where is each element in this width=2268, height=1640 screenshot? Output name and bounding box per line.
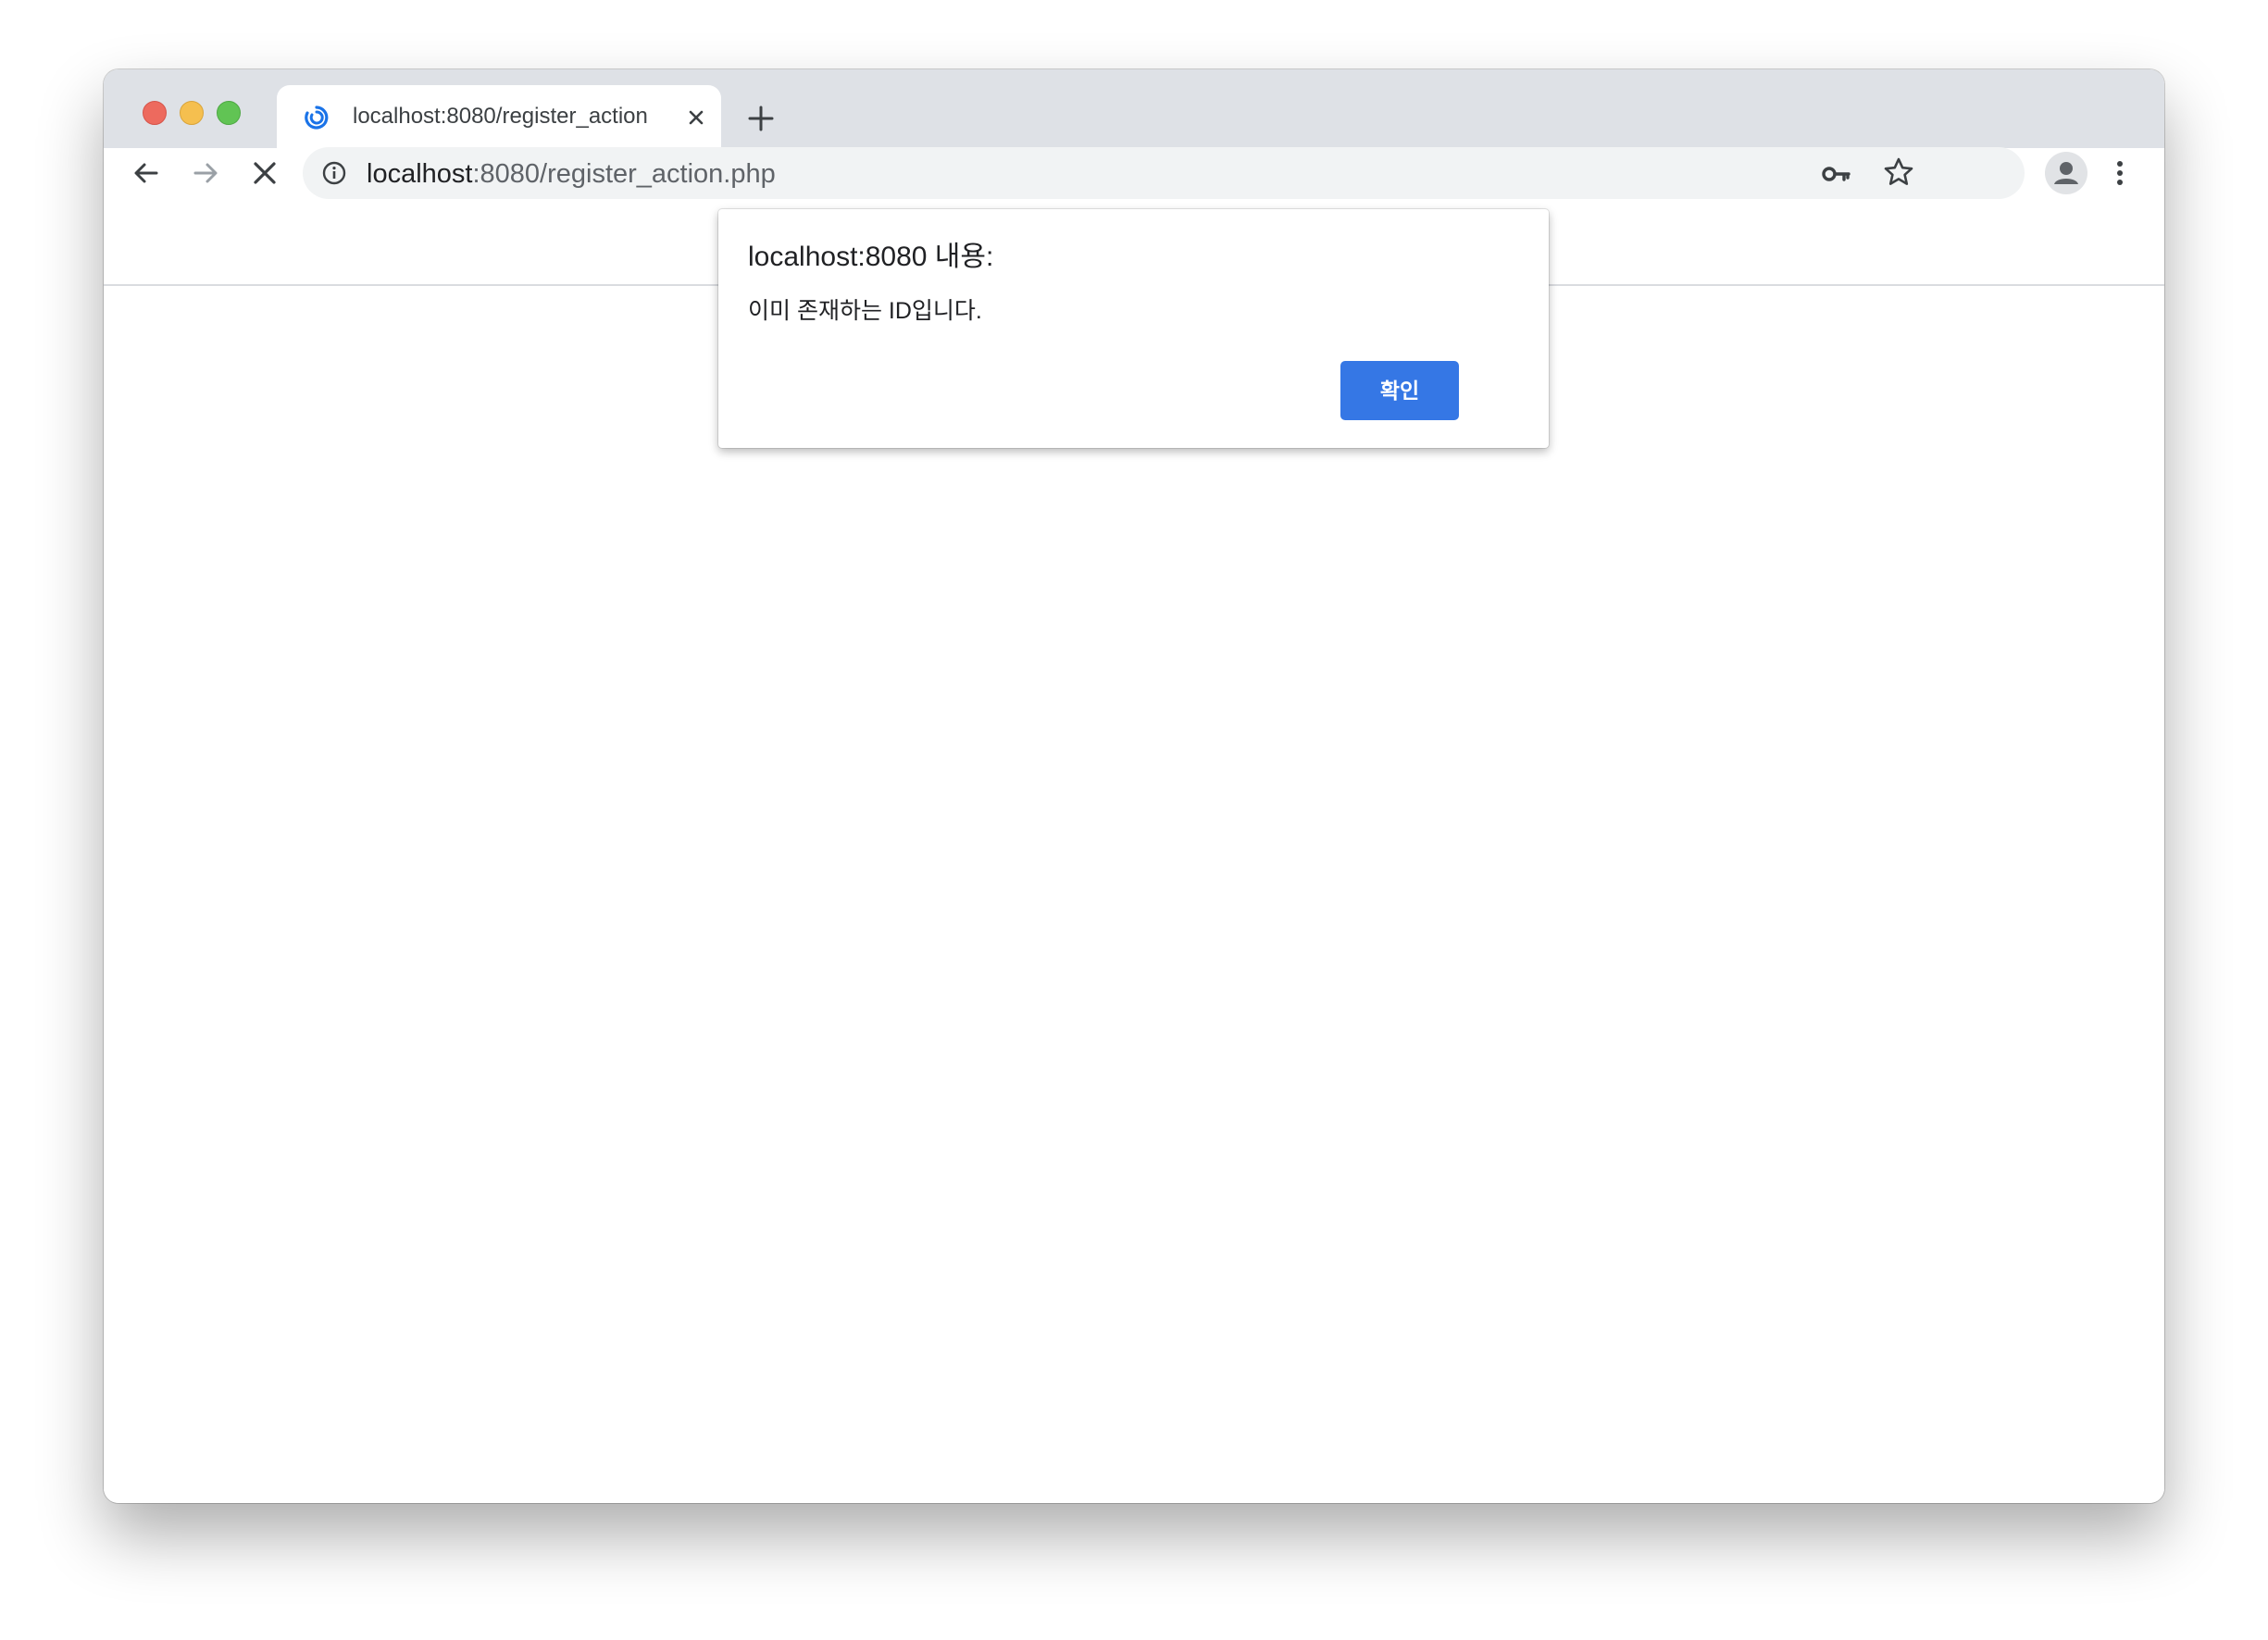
dialog-title: localhost:8080 내용: [748, 242, 994, 272]
minimize-window-button[interactable] [180, 101, 204, 125]
star-icon[interactable] [1882, 155, 1915, 189]
plus-icon[interactable] [744, 102, 778, 135]
maximize-window-button[interactable] [217, 101, 241, 125]
person-icon [2054, 162, 2078, 184]
tab-strip: localhost:8080/register_action [104, 69, 2164, 148]
tab-title: localhost:8080/register_action [353, 104, 672, 130]
arrow-right-icon[interactable] [187, 155, 224, 192]
loading-spinner-icon [305, 106, 329, 130]
key-icon[interactable] [1821, 158, 1852, 190]
stop-loading-icon[interactable] [246, 155, 283, 192]
info-icon[interactable] [321, 160, 347, 186]
url-text[interactable]: localhost:8080/register_action.php [367, 158, 776, 190]
more-vertical-icon[interactable] [2101, 155, 2138, 192]
url-host: localhost [367, 159, 473, 189]
dialog-message: 이미 존재하는 ID입니다. [748, 298, 982, 324]
close-window-button[interactable] [143, 101, 167, 125]
arrow-left-icon[interactable] [128, 155, 165, 192]
page-content [104, 286, 2164, 1503]
url-path: :8080/register_action.php [472, 159, 776, 189]
address-bar[interactable]: localhost:8080/register_action.php [303, 147, 2025, 199]
profile-avatar[interactable] [2045, 152, 2087, 194]
tab-active[interactable]: localhost:8080/register_action [277, 85, 721, 148]
ok-button[interactable]: 확인 [1340, 361, 1459, 420]
browser-window: localhost:8080/register_action localhost… [104, 69, 2164, 1503]
alert-dialog: localhost:8080 내용: 이미 존재하는 ID입니다. 확인 [718, 209, 1549, 448]
close-icon[interactable] [686, 107, 706, 128]
